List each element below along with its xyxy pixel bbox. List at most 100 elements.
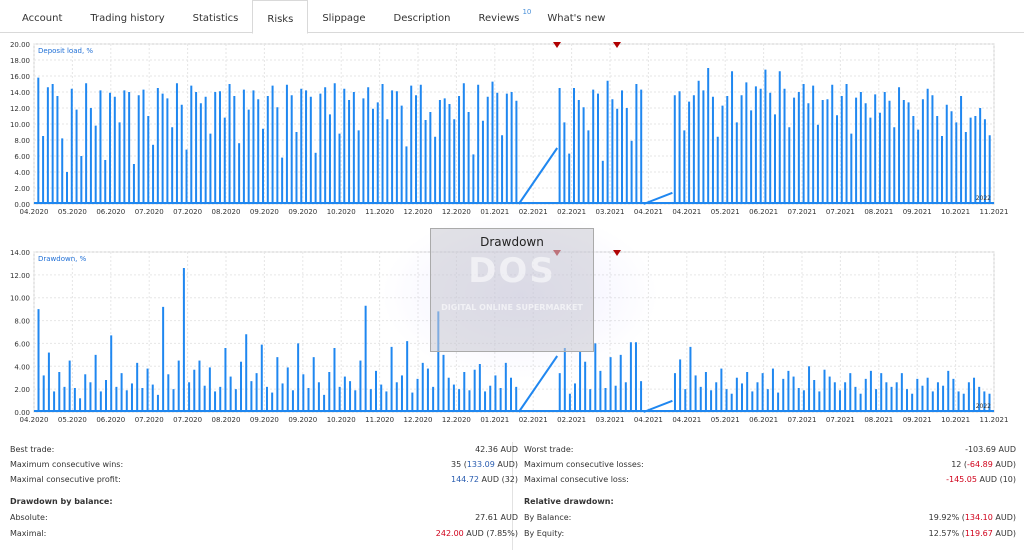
deposit-load-y-tick-label: 16.00 xyxy=(10,73,30,81)
drawdown-x-tick-label: 12.2020 xyxy=(442,416,471,424)
deposit-load-x-tick-label: 09.2021 xyxy=(903,208,932,216)
drawdown-y-tick-label: 14.00 xyxy=(10,249,30,257)
drawdown-x-tick-label: 04.2020 xyxy=(20,416,49,424)
deposit-load-x-tick-label: 10.2021 xyxy=(941,208,970,216)
by-balance-label: By Balance: xyxy=(524,513,572,522)
deposit-load-x-tick-label: 07.2020 xyxy=(135,208,164,216)
deposit-load-y-tick-label: 8.00 xyxy=(14,137,30,145)
deposit-load-y-tick-label: 6.00 xyxy=(14,153,30,161)
deposit-load-chart: 0.00 2.00 4.00 6.00 8.00 10.00 12.00 14.00 16.00… xyxy=(0,38,1024,220)
max-consecutive-loss-row: Maximal consecutive loss: -145.05 AUD (1… xyxy=(524,473,1016,487)
tab-statistics[interactable]: Statistics xyxy=(179,0,253,33)
tab-description[interactable]: Description xyxy=(380,0,465,33)
tab-reviews[interactable]: Reviews 10 xyxy=(465,0,534,33)
tab-slippage[interactable]: Slippage xyxy=(308,0,379,33)
drawdown-y-tick-label: 2.00 xyxy=(14,386,30,394)
watermark-subtitle: DIGITAL ONLINE SUPERMARKET xyxy=(441,303,583,312)
drawdown-y-tick-label: 4.00 xyxy=(14,363,30,371)
deposit-load-y-tick-label: 20.00 xyxy=(10,41,30,49)
tab-bar: Account Trading history Statistics Risks… xyxy=(0,0,1024,34)
drawdown-x-tick-label: 04.2021 xyxy=(634,416,663,424)
best-trade-label: Best trade: xyxy=(10,445,55,454)
deposit-load-x-tick-label: 08.2020 xyxy=(212,208,241,216)
deposit-load-y-tick-label: 18.00 xyxy=(10,57,30,65)
drawdown-x-tick-label: 02.2021 xyxy=(557,416,586,424)
deposit-load-x-tick-label: 07.2021 xyxy=(788,208,817,216)
watermark-overlay: Drawdown DOS DIGITAL ONLINE SUPERMARKET xyxy=(430,228,594,352)
deposit-load-chart-svg: 0.002.004.006.008.0010.0012.0014.0016.00… xyxy=(10,41,1009,216)
drawdown-x-tick-label: 12.2020 xyxy=(404,416,433,424)
drawdown-x-tick-label: 02.2021 xyxy=(519,416,548,424)
drawdown-x-tick-label: 06.2021 xyxy=(749,416,778,424)
deposit-load-x-tick-label: 04.2020 xyxy=(20,208,49,216)
by-equity-label: By Equity: xyxy=(524,529,565,538)
tab-risks[interactable]: Risks xyxy=(252,0,309,34)
max-consecutive-losses-row: Maximum consecutive losses: 12 (-64.89 A… xyxy=(524,458,1016,472)
drawdown-x-tick-label: 06.2020 xyxy=(96,416,125,424)
reviews-count-badge: 10 xyxy=(522,8,532,16)
deposit-load-x-tick-label: 09.2020 xyxy=(250,208,279,216)
drawdown-x-tick-label: 09.2020 xyxy=(288,416,317,424)
deposit-load-y-tick-label: 12.00 xyxy=(10,105,30,113)
by-balance-row: By Balance: 19.92% (134.10 AUD) xyxy=(524,511,1016,525)
max-consecutive-wins-row: Maximum consecutive wins: 35 (133.09 AUD… xyxy=(10,458,518,472)
drawdown-series-title: Drawdown, % xyxy=(38,255,87,263)
deposit-load-x-tick-label: 08.2021 xyxy=(864,208,893,216)
absolute-drawdown-row: Absolute: 27.61 AUD xyxy=(10,511,518,525)
drawdown-y-tick-label: 6.00 xyxy=(14,340,30,348)
drawdown-x-tick-label: 11.2021 xyxy=(980,416,1009,424)
maximal-drawdown-row: Maximal: 242.00 AUD (7.85%) xyxy=(10,527,518,541)
absolute-drawdown-label: Absolute: xyxy=(10,513,48,522)
deposit-load-x-tick-label: 10.2020 xyxy=(327,208,356,216)
drawdown-x-tick-label: 07.2020 xyxy=(173,416,202,424)
worst-trade-label: Worst trade: xyxy=(524,445,574,454)
max-consecutive-loss-value: -145.05 AUD (10) xyxy=(946,475,1016,484)
deposit-load-x-tick-label: 04.2021 xyxy=(672,208,701,216)
watermark-logo: DOS xyxy=(468,251,556,291)
deposit-load-series-title: Deposit load, % xyxy=(38,47,93,55)
drawdown-x-tick-label: 11.2020 xyxy=(365,416,394,424)
max-consecutive-profit-row: Maximal consecutive profit: 144.72 AUD (… xyxy=(10,473,518,487)
drawdown-x-tick-label: 10.2021 xyxy=(941,416,970,424)
drawdown-y-tick-label: 10.00 xyxy=(10,295,30,303)
absolute-drawdown-value: 27.61 AUD xyxy=(475,513,518,522)
drawdown-by-balance-heading: Drawdown by balance: xyxy=(10,497,113,506)
worst-trade-value: -103.69 AUD xyxy=(965,445,1016,454)
relative-drawdown-heading: Relative drawdown: xyxy=(524,497,614,506)
deposit-load-x-tick-label: 07.2021 xyxy=(826,208,855,216)
drawdown-x-tick-label: 09.2020 xyxy=(250,416,279,424)
tab-account[interactable]: Account xyxy=(8,0,76,33)
deposit-load-corner-label: 2022 xyxy=(976,195,991,202)
drawdown-x-tick-label: 04.2021 xyxy=(672,416,701,424)
drawdown-x-tick-label: 03.2021 xyxy=(596,416,625,424)
drawdown-x-tick-label: 08.2021 xyxy=(864,416,893,424)
deposit-load-x-tick-label: 06.2021 xyxy=(749,208,778,216)
drawdown-x-tick-label: 08.2020 xyxy=(212,416,241,424)
deposit-load-y-tick-label: 4.00 xyxy=(14,169,30,177)
best-trade-value: 42.36 AUD xyxy=(475,445,518,454)
deposit-load-x-tick-label: 05.2021 xyxy=(711,208,740,216)
deposit-load-y-tick-label: 10.00 xyxy=(10,121,30,129)
maximal-drawdown-label: Maximal: xyxy=(10,529,47,538)
deposit-load-x-tick-label: 06.2020 xyxy=(96,208,125,216)
max-consecutive-losses-label: Maximum consecutive losses: xyxy=(524,460,644,469)
deposit-load-y-tick-label: 14.00 xyxy=(10,89,30,97)
max-consecutive-profit-label: Maximal consecutive profit: xyxy=(10,475,121,484)
max-consecutive-loss-label: Maximal consecutive loss: xyxy=(524,475,629,484)
drawdown-x-tick-label: 01.2021 xyxy=(480,416,509,424)
worst-trade-row: Worst trade: -103.69 AUD xyxy=(524,443,1016,457)
drawdown-corner-label: 2022 xyxy=(976,403,991,410)
by-equity-row: By Equity: 12.57% (119.67 AUD) xyxy=(524,527,1016,541)
maximal-drawdown-value: 242.00 AUD (7.85%) xyxy=(435,529,518,538)
max-consecutive-profit-value: 144.72 AUD (32) xyxy=(451,475,518,484)
tab-whats-new[interactable]: What's new xyxy=(533,0,619,33)
by-balance-value: 19.92% (134.10 AUD) xyxy=(928,513,1016,522)
deposit-load-x-tick-label: 09.2020 xyxy=(288,208,317,216)
drawdown-x-tick-label: 07.2021 xyxy=(788,416,817,424)
max-consecutive-wins-value: 35 (133.09 AUD) xyxy=(451,460,518,469)
deposit-load-y-tick-label: 2.00 xyxy=(14,185,30,193)
max-consecutive-wins-label: Maximum consecutive wins: xyxy=(10,460,124,469)
tab-reviews-label: Reviews xyxy=(478,13,520,24)
tab-trading-history[interactable]: Trading history xyxy=(76,0,178,33)
max-consecutive-losses-value: 12 (-64.89 AUD) xyxy=(951,460,1016,469)
